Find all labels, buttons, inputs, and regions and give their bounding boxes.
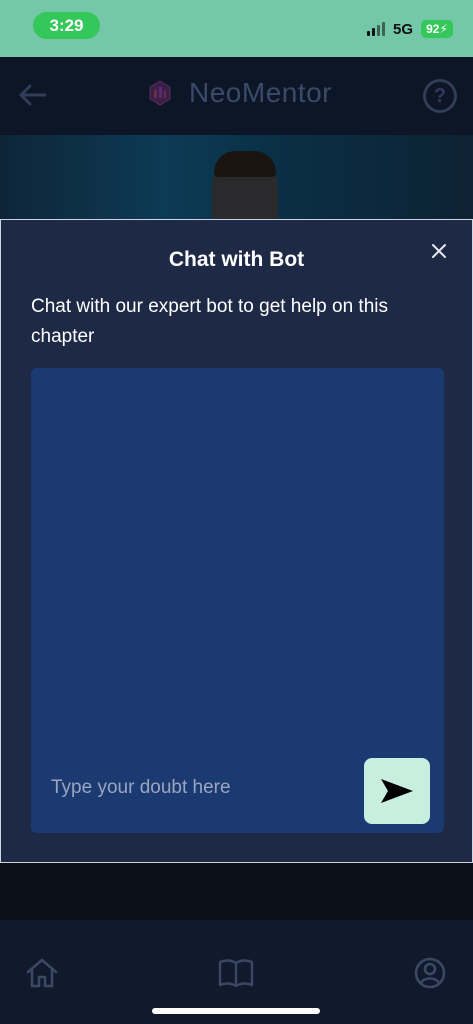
chat-input[interactable]	[51, 773, 351, 803]
message-list[interactable]	[31, 368, 444, 748]
help-icon[interactable]: ?	[423, 79, 457, 113]
book-icon	[218, 959, 254, 988]
brand: NeoMentor	[145, 77, 332, 109]
neomentor-logo-icon	[149, 80, 171, 106]
signal-strength-icon	[366, 22, 385, 36]
nav-library[interactable]	[216, 953, 256, 993]
modal-title: Chat with Bot	[168, 248, 305, 271]
status-time: 3:29	[33, 12, 100, 39]
chat-panel	[31, 368, 444, 833]
status-indicators: 5G 92 ⚡	[366, 20, 453, 38]
nav-home[interactable]	[22, 953, 62, 993]
network-type: 5G	[392, 20, 413, 38]
send-arrow-icon	[381, 779, 413, 803]
app-title: NeoMentor	[189, 77, 333, 108]
modal-subtitle: Chat with our expert bot to get help on …	[31, 296, 388, 347]
video-thumbnail	[0, 135, 473, 220]
send-button[interactable]	[364, 758, 430, 824]
status-bar: 3:29 5G 92 ⚡	[0, 0, 473, 57]
nav-profile[interactable]	[410, 953, 450, 993]
help-symbol: ?	[433, 84, 447, 107]
arrow-left-icon[interactable]	[18, 84, 46, 106]
app-header: NeoMentor ?	[0, 57, 473, 135]
battery-level: 92	[426, 22, 440, 36]
presenter-hair	[214, 151, 276, 177]
user-circle-icon	[414, 957, 446, 989]
content-below-modal	[0, 863, 473, 920]
chat-modal: Chat with Bot Chat with our expert bot t…	[0, 219, 473, 863]
close-icon[interactable]	[430, 242, 448, 260]
home-indicator	[152, 1008, 320, 1014]
battery-icon: 92 ⚡	[421, 20, 453, 38]
home-icon	[26, 958, 58, 988]
